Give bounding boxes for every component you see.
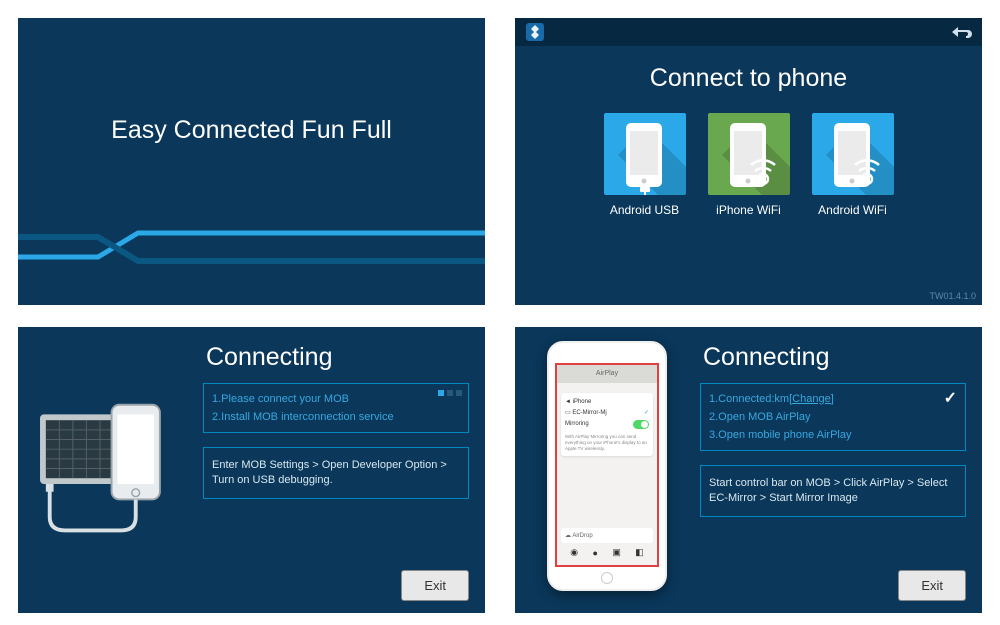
phone-airplay-illustration: AirPlay ◄ iPhone ▭ EC-Mirror-Mj✓ Mirrori… [533,341,683,608]
airplay-mirror-row: EC-Mirror-Mj [572,410,606,416]
topbar [515,18,982,46]
instruction-box-2: Start control bar on MOB > Click AirPlay… [700,465,966,517]
connect-options: Android USB iPhone WiFi Android WiFi [515,113,982,217]
connect-title: Connect to phone [515,64,982,93]
steps-box-2: ✓ 1.Connected:km[Change] 2.Open MOB AirP… [700,383,966,451]
connecting-title: Connecting [206,343,332,372]
step-1: 1.Please connect your MOB [212,390,460,408]
step-connected: 1.Connected:km[Change] [709,390,957,408]
option-label: iPhone WiFi [708,203,790,217]
change-link[interactable]: [Change] [789,393,834,405]
version-text: TW01.4.1.0 [929,291,976,301]
airdrop-row: AirDrop [572,533,592,539]
instruction-box: Enter MOB Settings > Open Developer Opti… [203,447,469,499]
home-button-icon [601,572,613,584]
device-usb-illustration [36,397,191,542]
option-iphone-wifi[interactable]: iPhone WiFi [708,113,790,217]
splash-title: Easy Connected Fun Full [18,116,485,145]
connecting-usb-panel: Connecting 1.Please connect your MOB 2.I… [18,327,485,614]
airplay-iphone-row: iPhone [573,399,592,405]
splash-decoration [18,215,485,305]
airplay-mirroring-row: Mirroring [565,421,589,427]
connecting-title-2: Connecting [703,343,829,372]
splash-panel: Easy Connected Fun Full [18,18,485,305]
app-icon [525,22,545,42]
option-android-wifi[interactable]: Android WiFi [812,113,894,217]
exit-button[interactable]: Exit [401,570,469,601]
control-icons: ◉●▣◧ [563,545,651,561]
airplay-note: With AirPlay Mirroring you can send ever… [565,434,649,452]
back-icon[interactable] [946,24,972,40]
progress-dots [438,390,462,396]
option-label: Android WiFi [812,203,894,217]
step-2: 2.Install MOB interconnection service [212,408,460,426]
exit-button-2[interactable]: Exit [898,570,966,601]
step-open-phone: 3.Open mobile phone AirPlay [709,426,957,444]
mirroring-toggle-icon [633,420,649,429]
step-open-mob: 2.Open MOB AirPlay [709,408,957,426]
steps-box: 1.Please connect your MOB 2.Install MOB … [203,383,469,433]
option-android-usb[interactable]: Android USB [604,113,686,217]
check-icon: ✓ [944,388,957,408]
connecting-wifi-panel: AirPlay ◄ iPhone ▭ EC-Mirror-Mj✓ Mirrori… [515,327,982,614]
option-label: Android USB [604,203,686,217]
airplay-header: AirPlay [557,365,657,383]
connect-panel: Connect to phone Android USBiPhone WiFiA… [515,18,982,305]
